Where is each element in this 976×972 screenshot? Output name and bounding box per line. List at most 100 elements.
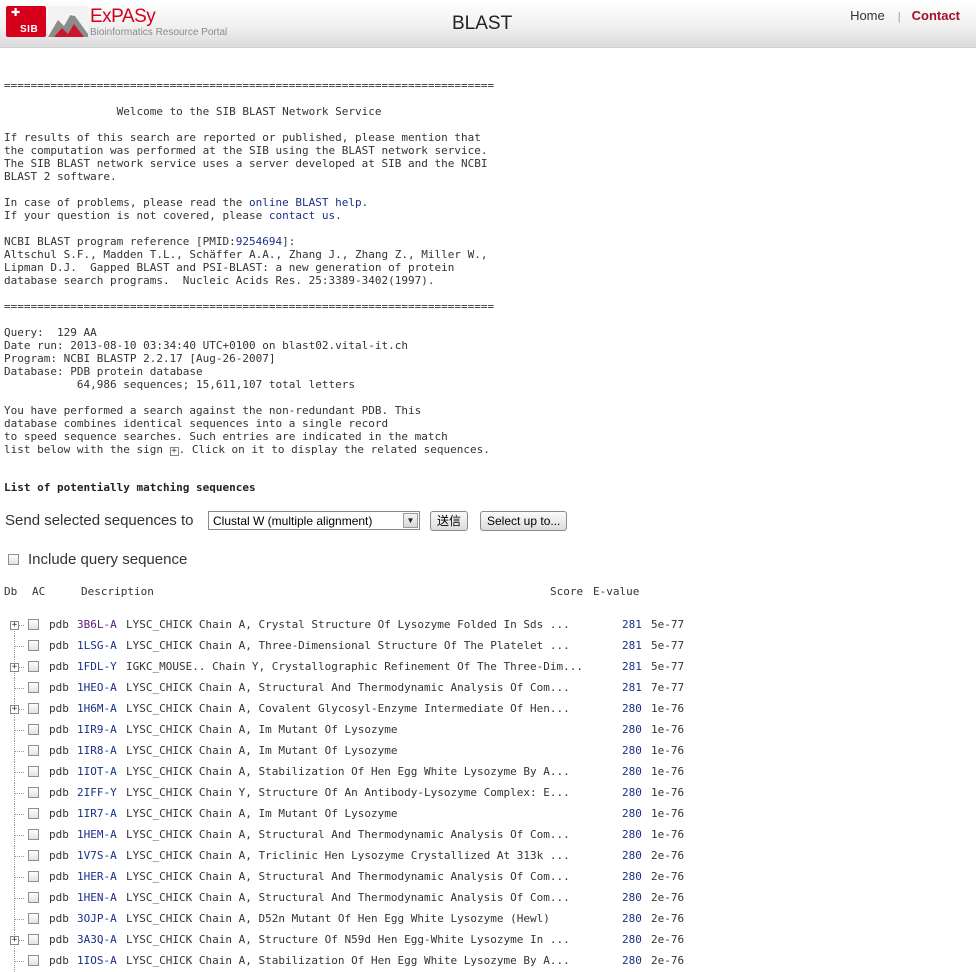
result-checkbox[interactable] <box>28 829 39 840</box>
result-checkbox[interactable] <box>28 808 39 819</box>
result-accession-link[interactable]: 1IOT-A <box>77 765 117 778</box>
result-checkbox[interactable] <box>28 661 39 672</box>
select-up-to-button[interactable]: Select up to... <box>480 511 568 531</box>
nav-home-link[interactable]: Home <box>850 8 885 23</box>
result-accession-link[interactable]: 3B6L-A <box>77 618 117 631</box>
expasy-logo-name: ExPASy <box>90 6 156 27</box>
result-evalue: 5e-77 <box>651 618 685 631</box>
result-score-link[interactable]: 280 <box>622 828 642 841</box>
expand-icon[interactable]: + <box>10 663 19 672</box>
tree-branch <box>15 688 24 689</box>
contact-us-link[interactable]: contact us <box>269 209 335 222</box>
result-score-link[interactable]: 281 <box>622 681 642 694</box>
include-query-checkbox[interactable] <box>8 554 19 565</box>
send-target-select[interactable]: Clustal W (multiple alignment) ▼ <box>208 511 420 530</box>
result-checkbox[interactable] <box>28 724 39 735</box>
result-score-link[interactable]: 280 <box>622 954 642 967</box>
help-prefix: In case of problems, please read the <box>4 196 250 209</box>
nav-contact-link[interactable]: Contact <box>912 8 960 23</box>
result-accession-link[interactable]: 1IR7-A <box>77 807 117 820</box>
result-score-link[interactable]: 280 <box>622 849 642 862</box>
result-accession-link[interactable]: 3A3Q-A <box>77 933 117 946</box>
result-description: LYSC_CHICK Chain A, Structural And Therm… <box>126 870 570 883</box>
reference-author-line: database search programs. Nucleic Acids … <box>4 274 435 287</box>
expand-icon[interactable]: + <box>10 936 19 945</box>
reference-suffix: ]: <box>282 235 296 248</box>
result-accession-link[interactable]: 1IR8-A <box>77 744 117 757</box>
result-score-link[interactable]: 280 <box>622 891 642 904</box>
result-evalue: 1e-76 <box>651 828 685 841</box>
result-evalue: 5e-77 <box>651 639 685 652</box>
tree-branch <box>15 772 24 773</box>
result-checkbox[interactable] <box>28 913 39 924</box>
result-score-link[interactable]: 280 <box>622 744 642 757</box>
result-score-link[interactable]: 280 <box>622 723 642 736</box>
result-checkbox[interactable] <box>28 934 39 945</box>
result-row: pdb 1V7S-A LYSC_CHICK Chain A, Triclinic H… <box>0 846 976 867</box>
result-checkbox[interactable] <box>28 955 39 966</box>
result-score-link[interactable]: 280 <box>622 870 642 883</box>
result-checkbox[interactable] <box>28 682 39 693</box>
result-checkbox[interactable] <box>28 787 39 798</box>
result-row: + pdb 1FDL-Y IGKC_MOUSE.. Chain Y, Crystall… <box>0 657 976 678</box>
citation-line: The SIB BLAST network service uses a ser… <box>4 157 488 170</box>
send-target-value: Clustal W (multiple alignment) <box>213 514 373 528</box>
dropdown-arrow-icon[interactable]: ▼ <box>403 513 418 528</box>
result-score-link[interactable]: 281 <box>622 639 642 652</box>
submit-button[interactable]: 送信 <box>430 511 469 531</box>
result-score-link[interactable]: 280 <box>622 786 642 799</box>
top-bar: ✚ SIB ExPASy Bioinformatics Resource Por… <box>0 0 976 48</box>
result-accession-link[interactable]: 1HEN-A <box>77 891 117 904</box>
result-accession-link[interactable]: 1FDL-Y <box>77 660 117 673</box>
result-score-link[interactable]: 280 <box>622 807 642 820</box>
query-info-line: 64,986 sequences; 15,611,107 total lette… <box>4 378 355 391</box>
tree-branch <box>15 919 24 920</box>
result-checkbox[interactable] <box>28 871 39 882</box>
reference-prefix: NCBI BLAST program reference [PMID: <box>4 235 236 248</box>
result-accession-link[interactable]: 1LSG-A <box>77 639 117 652</box>
result-description: LYSC_CHICK Chain A, Structural And Therm… <box>126 891 570 904</box>
result-checkbox[interactable] <box>28 640 39 651</box>
result-accession-link[interactable]: 2IFF-Y <box>77 786 117 799</box>
result-score-link[interactable]: 280 <box>622 702 642 715</box>
result-description: LYSC_CHICK Chain A, Im Mutant Of Lysozym… <box>126 723 398 736</box>
result-checkbox[interactable] <box>28 892 39 903</box>
expand-icon[interactable]: + <box>10 621 19 630</box>
result-checkbox[interactable] <box>28 703 39 714</box>
result-accession-link[interactable]: 1IR9-A <box>77 723 117 736</box>
result-description: IGKC_MOUSE.. Chain Y, Crystallographic R… <box>126 660 583 673</box>
reference-line: NCBI BLAST program reference [PMID:92546… <box>4 235 295 248</box>
nonredundant-note-line: You have performed a search against the … <box>4 404 422 417</box>
result-accession-link[interactable]: 1IOS-A <box>77 954 117 967</box>
header-rule: ========================================… <box>4 79 495 92</box>
nonredundant-note-line: list below with the sign +. Click on it … <box>4 443 490 456</box>
online-blast-help-link[interactable]: online BLAST help <box>249 196 362 209</box>
result-score-link[interactable]: 281 <box>622 618 642 631</box>
result-accession-link[interactable]: 1V7S-A <box>77 849 117 862</box>
result-score-link[interactable]: 281 <box>622 660 642 673</box>
result-checkbox[interactable] <box>28 766 39 777</box>
sib-logo: ✚ SIB <box>6 6 46 37</box>
result-accession-link[interactable]: 3OJP-A <box>77 912 117 925</box>
result-row: pdb 1HER-A LYSC_CHICK Chain A, Structural … <box>0 867 976 888</box>
result-score-link[interactable]: 280 <box>622 912 642 925</box>
result-evalue: 2e-76 <box>651 849 685 862</box>
result-description: LYSC_CHICK Chain A, Im Mutant Of Lysozym… <box>126 807 398 820</box>
result-checkbox[interactable] <box>28 745 39 756</box>
result-score-link[interactable]: 280 <box>622 933 642 946</box>
result-accession-link[interactable]: 1HER-A <box>77 870 117 883</box>
result-row: pdb 1HEO-A LYSC_CHICK Chain A, Structural … <box>0 678 976 699</box>
pmid-link[interactable]: 9254694 <box>236 235 282 248</box>
result-accession-link[interactable]: 1H6M-A <box>77 702 117 715</box>
expand-icon[interactable]: + <box>10 705 19 714</box>
result-score-link[interactable]: 280 <box>622 765 642 778</box>
top-nav: Home | Contact <box>850 8 960 23</box>
result-checkbox[interactable] <box>28 850 39 861</box>
result-checkbox[interactable] <box>28 619 39 630</box>
reference-author-line: Altschul S.F., Madden T.L., Schäffer A.A… <box>4 248 488 261</box>
result-db: pdb <box>49 639 69 652</box>
result-db: pdb <box>49 828 69 841</box>
result-accession-link[interactable]: 1HEO-A <box>77 681 117 694</box>
result-accession-link[interactable]: 1HEM-A <box>77 828 117 841</box>
nonredundant-note-line: database combines identical sequences in… <box>4 417 389 430</box>
